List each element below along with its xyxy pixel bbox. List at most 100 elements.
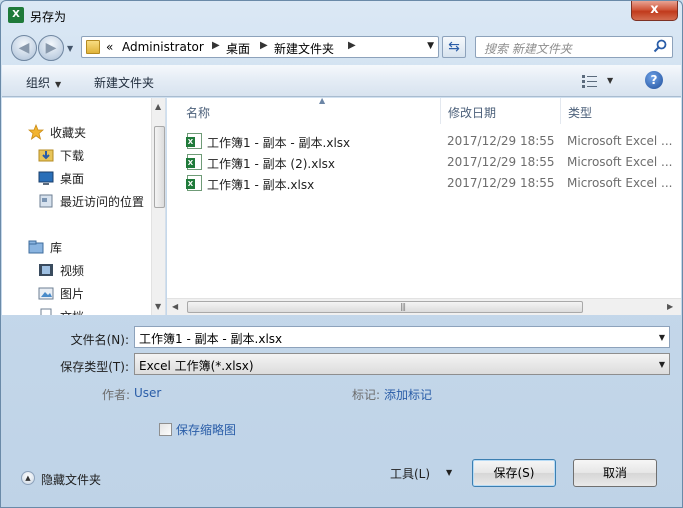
excel-file-icon: X <box>186 175 202 191</box>
navigation-pane: 收藏夹 下载 桌面 最近访问的位置 库 视频 图片 ▲ ▼ <box>2 98 166 315</box>
library-icon <box>28 240 44 254</box>
tools-menu[interactable]: 工具(L) <box>390 465 430 482</box>
sidebar-item-pictures[interactable]: 图片 <box>2 283 152 303</box>
column-header-type[interactable]: 类型 <box>561 98 681 124</box>
save-button[interactable]: 保存(S) <box>472 459 556 487</box>
filetype-select[interactable]: Excel 工作簿(*.xlsx) ▼ <box>134 353 670 375</box>
sidebar-item-videos[interactable]: 视频 <box>2 260 152 280</box>
command-toolbar: 组织 ▼ 新建文件夹 ▼ ? <box>2 65 681 97</box>
scroll-down-icon[interactable]: ▼ <box>155 302 161 311</box>
excel-app-icon: X <box>8 7 24 23</box>
breadcrumb-new-folder[interactable]: 新建文件夹 <box>274 40 334 57</box>
chevron-down-icon[interactable]: ▼ <box>659 333 665 342</box>
filename-label: 文件名(N): <box>70 333 129 347</box>
file-date: 2017/12/29 18:55 <box>447 155 555 169</box>
filetype-value: Excel 工作簿(*.xlsx) <box>139 359 254 373</box>
breadcrumb-overflow[interactable]: « <box>106 40 113 54</box>
address-bar[interactable]: « Administrator ▶ 桌面 ▶ 新建文件夹 ▶ ▼ <box>81 36 439 58</box>
sidebar-scrollbar[interactable]: ▲ ▼ <box>151 98 165 315</box>
sidebar-item-libraries[interactable]: 库 <box>2 237 152 257</box>
close-button[interactable]: x <box>631 1 678 21</box>
navigation-bar: ◀ ▶ ▼ « Administrator ▶ 桌面 ▶ 新建文件夹 ▶ ▼ ⇆… <box>1 31 682 63</box>
save-thumbnail-checkbox[interactable] <box>159 423 172 436</box>
scrollbar-thumb[interactable]: ||| <box>187 301 583 313</box>
title-bar: X 另存为 x <box>1 1 682 31</box>
add-tags-link[interactable]: 添加标记 <box>384 386 432 403</box>
chevron-right-icon[interactable]: ▶ <box>212 40 220 51</box>
sidebar-item-recent-places[interactable]: 最近访问的位置 <box>2 191 152 211</box>
filename-value: 工作簿1 - 副本 - 副本.xlsx <box>139 332 283 346</box>
download-folder-icon <box>38 149 54 162</box>
file-row[interactable]: X 工作簿1 - 副本 - 副本.xlsx 2017/12/29 18:55 M… <box>167 131 681 152</box>
new-folder-button[interactable]: 新建文件夹 <box>94 74 154 91</box>
excel-file-icon: X <box>186 154 202 170</box>
chevron-up-icon[interactable]: ▲ <box>21 471 35 485</box>
file-date: 2017/12/29 18:55 <box>447 176 555 190</box>
refresh-button[interactable]: ⇆ <box>442 36 466 58</box>
breadcrumb-desktop[interactable]: 桌面 <box>226 40 250 57</box>
view-options-icon[interactable] <box>582 74 598 88</box>
recent-places-icon <box>39 194 53 208</box>
file-type: Microsoft Excel ... <box>567 176 673 190</box>
author-value[interactable]: User <box>134 386 161 400</box>
sidebar-item-desktop[interactable]: 桌面 <box>2 168 152 188</box>
file-row[interactable]: X 工作簿1 - 副本.xlsx 2017/12/29 18:55 Micros… <box>167 173 681 194</box>
search-icon[interactable] <box>653 39 667 53</box>
recent-pages-dropdown[interactable]: ▼ <box>67 44 73 53</box>
filetype-label: 保存类型(T): <box>60 360 129 374</box>
sidebar-item-label: 图片 <box>60 287 85 301</box>
chevron-down-icon: ▼ <box>55 80 62 89</box>
address-dropdown-icon[interactable]: ▼ <box>427 41 434 51</box>
column-header-date[interactable]: 修改日期 <box>441 98 561 124</box>
folder-icon <box>86 40 100 54</box>
sidebar-item-favorites[interactable]: 收藏夹 <box>2 122 152 142</box>
file-row[interactable]: X 工作簿1 - 副本 (2).xlsx 2017/12/29 18:55 Mi… <box>167 152 681 173</box>
scroll-up-icon[interactable]: ▲ <box>155 102 161 111</box>
chevron-right-icon[interactable]: ▶ <box>260 40 268 51</box>
forward-button[interactable]: ▶ <box>38 35 64 61</box>
file-type: Microsoft Excel ... <box>567 134 673 148</box>
column-header-name[interactable]: 名称 ▲ <box>179 98 441 124</box>
excel-file-icon: X <box>186 133 202 149</box>
save-thumbnail-label[interactable]: 保存缩略图 <box>176 421 236 438</box>
scrollbar-grip-icon: ||| <box>400 302 406 311</box>
organize-label: 组织 <box>26 76 51 90</box>
sidebar-item-label: 库 <box>50 241 63 255</box>
search-placeholder: 搜索 新建文件夹 <box>484 42 572 56</box>
scrollbar-thumb[interactable] <box>154 126 165 208</box>
hide-folders-button[interactable]: 隐藏文件夹 <box>41 471 101 488</box>
file-list: 名称 ▲ 修改日期 类型 X 工作簿1 - 副本 - 副本.xlsx 2017/… <box>167 98 681 315</box>
search-input[interactable]: 搜索 新建文件夹 <box>475 36 673 58</box>
column-header-label: 类型 <box>568 106 593 120</box>
file-type: Microsoft Excel ... <box>567 155 673 169</box>
breadcrumb-administrator[interactable]: Administrator <box>122 40 204 54</box>
file-name: 工作簿1 - 副本 - 副本.xlsx <box>207 136 351 150</box>
scroll-right-icon[interactable]: ▶ <box>667 302 673 311</box>
column-header-label: 名称 <box>186 106 211 120</box>
scroll-left-icon[interactable]: ◀ <box>172 302 178 311</box>
chevron-right-icon[interactable]: ▶ <box>348 40 356 51</box>
sort-ascending-icon: ▲ <box>319 98 326 105</box>
organize-menu[interactable]: 组织 ▼ <box>26 74 61 91</box>
help-icon[interactable]: ? <box>645 71 663 89</box>
column-header-label: 修改日期 <box>448 106 497 120</box>
chevron-down-icon[interactable]: ▼ <box>446 468 452 477</box>
file-date: 2017/12/29 18:55 <box>447 134 555 148</box>
video-library-icon <box>39 264 53 276</box>
sidebar-item-label: 收藏夹 <box>50 126 87 140</box>
chevron-down-icon[interactable]: ▼ <box>659 360 665 369</box>
tags-label: 标记: <box>352 388 381 402</box>
save-as-dialog: X 另存为 x ◀ ▶ ▼ « Administrator ▶ 桌面 ▶ 新建文… <box>0 0 683 508</box>
back-button[interactable]: ◀ <box>11 35 37 61</box>
cancel-button[interactable]: 取消 <box>573 459 657 487</box>
sidebar-item-label: 文档 <box>60 308 84 315</box>
filename-field[interactable]: 工作簿1 - 副本 - 副本.xlsx ▼ <box>134 326 670 348</box>
sidebar-item-documents[interactable]: 文档 <box>2 306 152 315</box>
view-dropdown-icon[interactable]: ▼ <box>607 76 613 85</box>
sidebar-item-downloads[interactable]: 下载 <box>2 145 152 165</box>
file-name: 工作簿1 - 副本 (2).xlsx <box>207 157 336 171</box>
pictures-library-icon <box>38 287 54 300</box>
file-name: 工作簿1 - 副本.xlsx <box>207 178 315 192</box>
file-list-horizontal-scrollbar[interactable]: ◀ ||| ▶ <box>167 298 681 315</box>
sidebar-item-label: 桌面 <box>60 172 85 186</box>
